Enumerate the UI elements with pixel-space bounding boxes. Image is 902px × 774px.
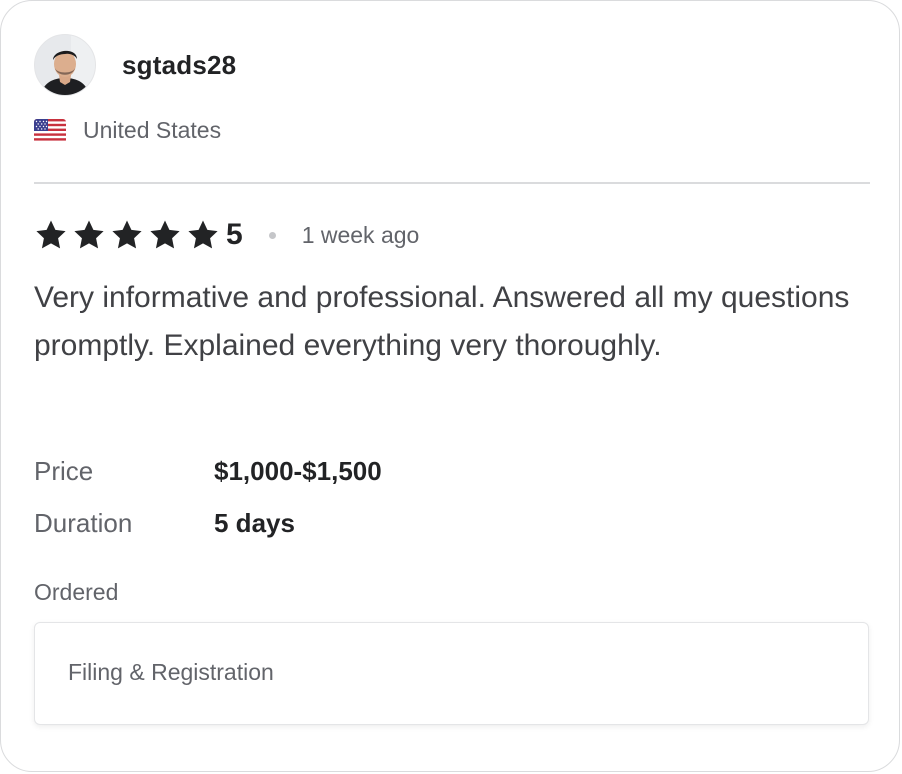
review-time: 1 week ago	[301, 221, 420, 248]
avatar[interactable]	[34, 34, 96, 96]
star-icon	[148, 218, 182, 252]
country-name: United States	[83, 117, 222, 143]
separator-dot	[268, 231, 276, 239]
ordered-label: Ordered	[34, 579, 119, 605]
duration-row: Duration 5 days	[34, 503, 295, 543]
us-flag-icon	[34, 118, 66, 143]
star-rating	[34, 218, 224, 252]
rating-row: 5 1 week ago	[34, 215, 419, 255]
username[interactable]: sgtads28	[122, 50, 236, 81]
reviewer-country: United States	[34, 117, 221, 144]
star-icon	[72, 218, 106, 252]
duration-value: 5 days	[214, 507, 295, 538]
star-icon	[110, 218, 144, 252]
ordered-item-card[interactable]: Filing & Registration	[34, 622, 869, 725]
star-icon	[34, 218, 68, 252]
star-icon	[186, 218, 220, 252]
duration-label: Duration	[34, 507, 133, 538]
review-text: Very informative and professional. Answe…	[34, 281, 850, 362]
review-card: sgtads28 United States 5 1 week ago Very…	[0, 0, 900, 772]
price-value: $1,000-$1,500	[214, 455, 382, 486]
reviewer-header: sgtads28	[34, 34, 236, 96]
rating-value: 5	[226, 218, 243, 251]
ordered-item-name[interactable]: Filing & Registration	[68, 659, 274, 686]
divider	[34, 182, 870, 184]
price-row: Price $1,000-$1,500	[34, 451, 382, 491]
price-label: Price	[34, 455, 94, 486]
